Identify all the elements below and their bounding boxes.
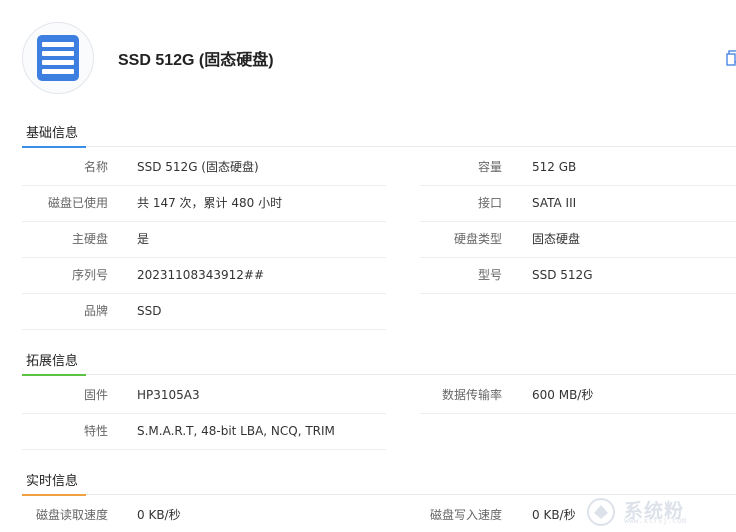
- field-value: 600 MB/秒: [532, 388, 594, 402]
- info-row: 特性 S.M.A.R.T, 48-bit LBA, NCQ, TRIM: [22, 414, 736, 450]
- field-value: 0 KB/秒: [532, 508, 576, 522]
- device-title: SSD 512G (固态硬盘): [118, 51, 274, 69]
- section-basic-underline: [22, 146, 86, 148]
- info-row: 品牌 SSD: [22, 294, 736, 330]
- copy-icon[interactable]: [726, 50, 736, 66]
- basic-info-list: 名称 SSD 512G (固态硬盘) 容量 512 GB 磁盘已使用 共 147…: [22, 150, 736, 330]
- info-cell: 序列号 20231108343912##: [22, 258, 386, 294]
- info-cell: 数据传输率 600 MB/秒: [420, 378, 736, 414]
- field-label: 品牌: [83, 304, 108, 318]
- info-cell: 型号 SSD 512G: [420, 258, 736, 294]
- field-label: 磁盘写入速度: [429, 508, 502, 522]
- device-avatar: [22, 21, 94, 94]
- field-value: 0 KB/秒: [137, 508, 181, 522]
- info-cell: 特性 S.M.A.R.T, 48-bit LBA, NCQ, TRIM: [22, 414, 386, 450]
- section-basic-header: 基础信息: [22, 116, 736, 148]
- info-cell: 磁盘已使用 共 147 次，累计 480 小时: [22, 186, 386, 222]
- info-row: 磁盘已使用 共 147 次，累计 480 小时 接口 SATA III: [22, 186, 736, 222]
- device-header: SSD 512G (固态硬盘): [22, 20, 274, 95]
- field-value: SSD: [137, 304, 162, 318]
- field-value: SATA III: [532, 196, 577, 210]
- info-cell: 固件 HP3105A3: [22, 378, 386, 414]
- section-realtime-title: 实时信息: [26, 474, 79, 489]
- info-cell: 品牌 SSD: [22, 294, 386, 330]
- section-realtime-underline: [22, 494, 86, 496]
- info-row: 名称 SSD 512G (固态硬盘) 容量 512 GB: [22, 150, 736, 186]
- ssd-icon: [37, 34, 79, 81]
- watermark-url: www.xtfsj.com: [624, 516, 687, 525]
- field-label: 型号: [477, 268, 502, 282]
- field-label: 名称: [83, 160, 108, 174]
- field-value: 20231108343912##: [137, 268, 264, 282]
- field-label: 磁盘读取速度: [35, 508, 108, 522]
- info-cell: 磁盘读取速度 0 KB/秒: [22, 498, 386, 532]
- field-value: 512 GB: [532, 160, 577, 174]
- field-label: 固件: [83, 388, 108, 402]
- field-label: 磁盘已使用: [47, 196, 108, 210]
- info-cell: 容量 512 GB: [420, 150, 736, 186]
- info-cell: 接口 SATA III: [420, 186, 736, 222]
- field-label: 接口: [477, 196, 502, 210]
- info-cell: 名称 SSD 512G (固态硬盘): [22, 150, 386, 186]
- watermark-logo-icon: [587, 498, 615, 526]
- field-value: HP3105A3: [137, 388, 200, 402]
- field-label: 特性: [83, 424, 108, 438]
- section-extended-title: 拓展信息: [26, 354, 79, 369]
- field-value: SSD 512G (固态硬盘): [137, 160, 259, 174]
- field-label: 序列号: [71, 268, 108, 282]
- field-value: SSD 512G: [532, 268, 593, 282]
- info-cell: 主硬盘 是: [22, 222, 386, 258]
- field-value: 固态硬盘: [532, 232, 581, 246]
- field-label: 主硬盘: [71, 232, 108, 246]
- field-label: 硬盘类型: [453, 232, 502, 246]
- field-value: 是: [137, 232, 150, 246]
- field-value: S.M.A.R.T, 48-bit LBA, NCQ, TRIM: [137, 424, 335, 438]
- section-extended-underline: [22, 374, 86, 376]
- info-row: 主硬盘 是 硬盘类型 固态硬盘: [22, 222, 736, 258]
- section-realtime-header: 实时信息: [22, 464, 736, 496]
- watermark: 系统粉 www.xtfsj.com: [580, 496, 730, 528]
- section-basic-title: 基础信息: [26, 126, 79, 141]
- info-row: 固件 HP3105A3 数据传输率 600 MB/秒: [22, 378, 736, 414]
- info-row: 序列号 20231108343912## 型号 SSD 512G: [22, 258, 736, 294]
- section-extended-header: 拓展信息: [22, 344, 736, 376]
- disk-detail-page: SSD 512G (固态硬盘) 基础信息 名称 SSD 512G (固态硬盘) …: [0, 0, 736, 532]
- extended-info-list: 固件 HP3105A3 数据传输率 600 MB/秒 特性 S.M.A.R.T,…: [22, 378, 736, 450]
- field-value: 共 147 次，累计 480 小时: [137, 196, 283, 210]
- info-cell: 硬盘类型 固态硬盘: [420, 222, 736, 258]
- field-label: 容量: [477, 160, 502, 174]
- field-label: 数据传输率: [441, 388, 502, 402]
